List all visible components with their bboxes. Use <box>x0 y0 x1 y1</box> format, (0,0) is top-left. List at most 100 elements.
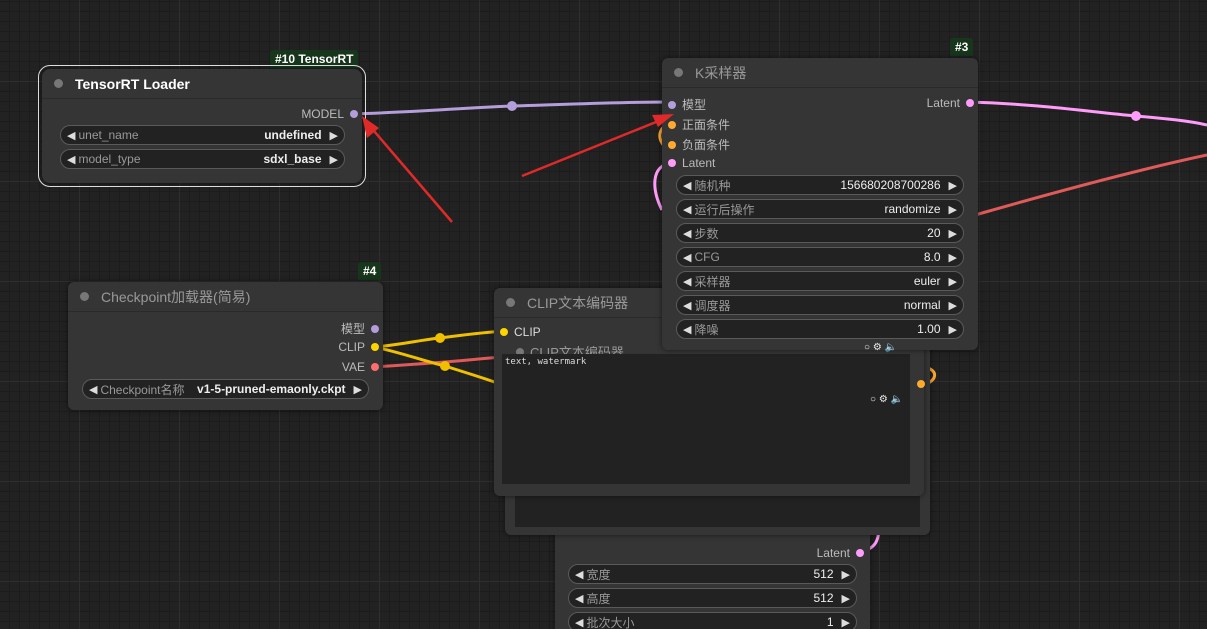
empty-latent-image-node[interactable]: Latent ◀ 宽度 512 ▶ ◀ 高度 512 ▶ ◀ 批次大小 1 ▶ <box>555 520 870 629</box>
collapse-dot-icon[interactable] <box>674 68 683 77</box>
circle-icon[interactable]: ○ <box>870 394 876 405</box>
widget-value: randomize <box>884 202 941 216</box>
tensorrt-loader-node[interactable]: TensorRT Loader MODEL ◀ unet_name undefi… <box>38 65 366 187</box>
output-model[interactable]: 模型 <box>341 320 379 337</box>
output-model[interactable]: MODEL <box>301 107 358 121</box>
decrement-icon[interactable]: ◀ <box>575 592 583 605</box>
increment-icon[interactable]: ▶ <box>842 616 850 629</box>
denoise-widget[interactable]: ◀ 降噪 1.00 ▶ <box>676 319 964 339</box>
prompt-text: text, watermark <box>505 357 587 367</box>
decrement-icon[interactable]: ◀ <box>67 153 75 166</box>
speaker-icon[interactable]: 🔈 <box>891 394 903 405</box>
increment-icon[interactable]: ▶ <box>949 299 957 312</box>
input-clip[interactable]: CLIP <box>500 325 541 339</box>
unet-name-widget[interactable]: ◀ unet_name undefined ▶ <box>60 125 345 145</box>
height-widget[interactable]: ◀ 高度 512 ▶ <box>568 588 857 608</box>
input-latent[interactable]: Latent <box>668 156 715 170</box>
gear-icon[interactable]: ⚙ <box>873 342 882 353</box>
model-type-widget[interactable]: ◀ model_type sdxl_base ▶ <box>60 149 345 169</box>
decrement-icon[interactable]: ◀ <box>89 383 97 396</box>
decrement-icon[interactable]: ◀ <box>67 129 75 142</box>
model-output-dot[interactable] <box>371 324 379 333</box>
collapse-dot-icon[interactable] <box>506 298 515 307</box>
wire-clip-1 <box>373 329 505 349</box>
wire-clip-2 <box>373 345 501 386</box>
input-positive[interactable]: 正面条件 <box>668 116 730 133</box>
widget-label: unet_name <box>78 128 139 142</box>
increment-icon[interactable]: ▶ <box>949 323 957 336</box>
decrement-icon[interactable]: ◀ <box>683 251 691 264</box>
collapse-dot-icon[interactable] <box>80 292 89 301</box>
decrement-icon[interactable]: ◀ <box>683 323 691 336</box>
input-label: 负面条件 <box>682 138 731 152</box>
checkpoint-loader-node[interactable]: Checkpoint加载器(简易) 模型 CLIP VAE ◀ Checkpoi… <box>68 282 383 410</box>
text-prompt-area[interactable]: text, watermark <box>502 354 910 484</box>
node-title[interactable]: Checkpoint加载器(简易) <box>68 282 383 312</box>
conditioning-input-dot[interactable] <box>668 140 676 149</box>
output-latent[interactable]: Latent <box>927 96 974 110</box>
cfg-widget[interactable]: ◀ CFG 8.0 ▶ <box>676 247 964 267</box>
input-negative[interactable]: 负面条件 <box>668 136 730 153</box>
width-widget[interactable]: ◀ 宽度 512 ▶ <box>568 564 857 584</box>
latent-output-dot[interactable] <box>856 549 864 557</box>
increment-icon[interactable]: ▶ <box>949 275 957 288</box>
clip-input-dot[interactable] <box>500 328 508 336</box>
decrement-icon[interactable]: ◀ <box>575 568 583 581</box>
wire-midpoint <box>507 101 517 111</box>
sampler-widget[interactable]: ◀ 采样器 euler ▶ <box>676 271 964 291</box>
batch-size-widget[interactable]: ◀ 批次大小 1 ▶ <box>568 612 857 629</box>
latent-input-dot[interactable] <box>668 159 676 167</box>
decrement-icon[interactable]: ◀ <box>683 179 691 192</box>
partial-node-title: CLIP文本编码器 <box>516 346 624 354</box>
node-title-text: Checkpoint加载器(简易) <box>101 288 251 305</box>
circle-icon[interactable]: ○ <box>864 342 870 353</box>
vae-output-dot[interactable] <box>371 363 379 371</box>
widget-label: 随机种 <box>694 178 731 193</box>
increment-icon[interactable]: ▶ <box>949 203 957 216</box>
output-latent[interactable]: Latent <box>817 546 864 560</box>
increment-icon[interactable]: ▶ <box>354 383 362 396</box>
widget-value: 512 <box>813 567 834 581</box>
output-label: 模型 <box>340 322 365 336</box>
control-after-generate-widget[interactable]: ◀ 运行后操作 randomize ▶ <box>676 199 964 219</box>
ksampler-node[interactable]: K采样器 模型 正面条件 负面条件 Latent Latent ◀ 随机种 15… <box>662 58 978 353</box>
increment-icon[interactable]: ▶ <box>949 227 957 240</box>
widget-label: Checkpoint名称 <box>100 382 185 397</box>
widget-value: v1-5-pruned-emaonly.ckpt <box>197 382 346 396</box>
input-label: 正面条件 <box>682 118 731 132</box>
input-model[interactable]: 模型 <box>668 96 706 113</box>
steps-widget[interactable]: ◀ 步数 20 ▶ <box>676 223 964 243</box>
model-output-dot[interactable] <box>350 110 358 118</box>
increment-icon[interactable]: ▶ <box>330 129 338 142</box>
decrement-icon[interactable]: ◀ <box>575 616 583 629</box>
seed-widget[interactable]: ◀ 随机种 156680208700286 ▶ <box>676 175 964 195</box>
output-clip[interactable]: CLIP <box>338 340 379 354</box>
node-title[interactable]: TensorRT Loader <box>42 69 362 99</box>
increment-icon[interactable]: ▶ <box>949 251 957 264</box>
latent-output-dot[interactable] <box>966 99 974 107</box>
conditioning-output-dot[interactable] <box>917 380 925 388</box>
gear-icon[interactable]: ⚙ <box>879 394 888 405</box>
node-title[interactable]: K采样器 <box>662 58 978 88</box>
increment-icon[interactable]: ▶ <box>330 153 338 166</box>
model-input-dot[interactable] <box>668 100 676 109</box>
clip-output-dot[interactable] <box>371 343 379 351</box>
decrement-icon[interactable]: ◀ <box>683 203 691 216</box>
checkpoint-name-widget[interactable]: ◀ Checkpoint名称 v1-5-pruned-emaonly.ckpt … <box>82 379 369 399</box>
wire-latent-out <box>967 100 1207 127</box>
decrement-icon[interactable]: ◀ <box>683 299 691 312</box>
node-id-badge: #3 <box>950 38 974 56</box>
widget-label: 宽度 <box>586 567 611 582</box>
increment-icon[interactable]: ▶ <box>842 592 850 605</box>
conditioning-input-dot[interactable] <box>668 120 676 129</box>
increment-icon[interactable]: ▶ <box>949 179 957 192</box>
increment-icon[interactable]: ▶ <box>842 568 850 581</box>
decrement-icon[interactable]: ◀ <box>683 227 691 240</box>
decrement-icon[interactable]: ◀ <box>683 275 691 288</box>
output-vae[interactable]: VAE <box>342 360 379 374</box>
scheduler-widget[interactable]: ◀ 调度器 normal ▶ <box>676 295 964 315</box>
wire-midpoint <box>1131 111 1141 121</box>
widget-label: 调度器 <box>694 298 731 313</box>
collapse-dot-icon[interactable] <box>54 79 63 88</box>
speaker-icon[interactable]: 🔈 <box>885 342 897 353</box>
